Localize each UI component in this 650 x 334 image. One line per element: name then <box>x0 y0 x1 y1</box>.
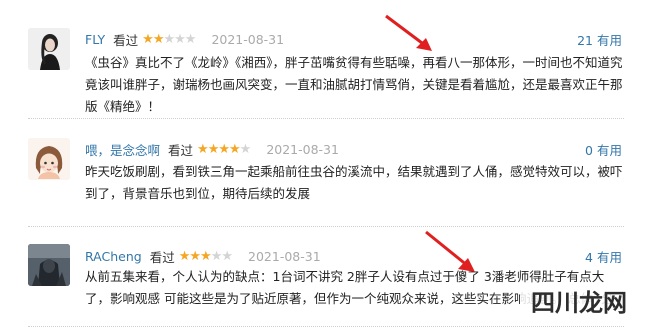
useful-count: 4 <box>585 250 593 265</box>
star-empty-icon: ★ <box>239 142 252 157</box>
avatar-image <box>28 28 70 70</box>
useful-button[interactable]: 有用 <box>597 250 622 265</box>
divider <box>28 226 624 227</box>
review-date: 2021-08-31 <box>211 32 285 47</box>
useful-vote[interactable]: 0 有用 <box>585 140 622 159</box>
star-empty-icon: ★ <box>174 32 186 47</box>
watched-status: 看过 <box>113 33 139 48</box>
avatar-image <box>28 244 70 286</box>
star-empty-icon: ★ <box>163 32 175 47</box>
useful-vote[interactable]: 21 有用 <box>577 30 622 49</box>
review-date: 2021-08-31 <box>266 142 339 157</box>
avatar[interactable] <box>28 138 70 180</box>
useful-button[interactable]: 有用 <box>597 33 622 48</box>
star-filled-icon: ★ <box>207 142 220 157</box>
review-text: 《虫谷》真比不了《龙岭》《湘西》，胖子茁嘴贫得有些聒噪，再看八一那体形，一时间也… <box>85 55 623 114</box>
rating-stars: ★★★★★ <box>178 249 233 264</box>
watermark-text: 四川龙网 <box>531 289 627 317</box>
star-empty-icon: ★ <box>210 249 223 264</box>
review-meta: 喂，是念念啊 看过 ★★★★★ 2021-08-31 <box>85 140 339 159</box>
avatar[interactable] <box>28 244 70 286</box>
star-filled-icon: ★ <box>218 142 230 157</box>
review-meta: FLY 看过 ★★★★★ 2021-08-31 <box>85 30 284 49</box>
rating-stars: ★★★★★ <box>197 142 252 157</box>
review-meta: RACheng 看过 ★★★★★ 2021-08-31 <box>85 247 321 266</box>
watched-status: 看过 <box>168 143 194 158</box>
avatar[interactable] <box>28 28 70 70</box>
star-filled-icon: ★ <box>152 32 165 47</box>
username-link[interactable]: RACheng <box>85 249 142 264</box>
useful-button[interactable]: 有用 <box>597 143 622 158</box>
watermark-logo: 四川龙网 <box>520 284 638 320</box>
useful-vote[interactable]: 4 有用 <box>585 247 622 266</box>
annotation-arrow-icon <box>385 14 432 51</box>
avatar-image <box>28 138 70 180</box>
watched-status: 看过 <box>149 250 175 265</box>
useful-count: 21 <box>577 33 593 48</box>
star-empty-icon: ★ <box>184 32 197 47</box>
star-filled-icon: ★ <box>200 249 212 264</box>
star-filled-icon: ★ <box>229 142 241 157</box>
divider <box>28 118 624 119</box>
star-empty-icon: ★ <box>221 249 233 264</box>
annotation-arrow-icon <box>425 230 475 272</box>
username-link[interactable]: 喂，是念念啊 <box>85 140 160 159</box>
review-text: 昨天吃饭刷剧，看到铁三角一起乘船前往虫谷的溪流中，结果就遇到了人俑，感觉特效可以… <box>85 164 623 201</box>
star-filled-icon: ★ <box>178 249 191 264</box>
star-filled-icon: ★ <box>197 142 209 157</box>
rating-stars: ★★★★★ <box>142 32 197 47</box>
username-link[interactable]: FLY <box>85 32 105 47</box>
watermark-graphic: 四川龙网 <box>520 284 638 320</box>
useful-count: 0 <box>585 143 593 158</box>
divider <box>28 326 624 327</box>
star-filled-icon: ★ <box>142 32 154 47</box>
review-date: 2021-08-31 <box>248 249 321 264</box>
star-filled-icon: ★ <box>189 249 201 264</box>
